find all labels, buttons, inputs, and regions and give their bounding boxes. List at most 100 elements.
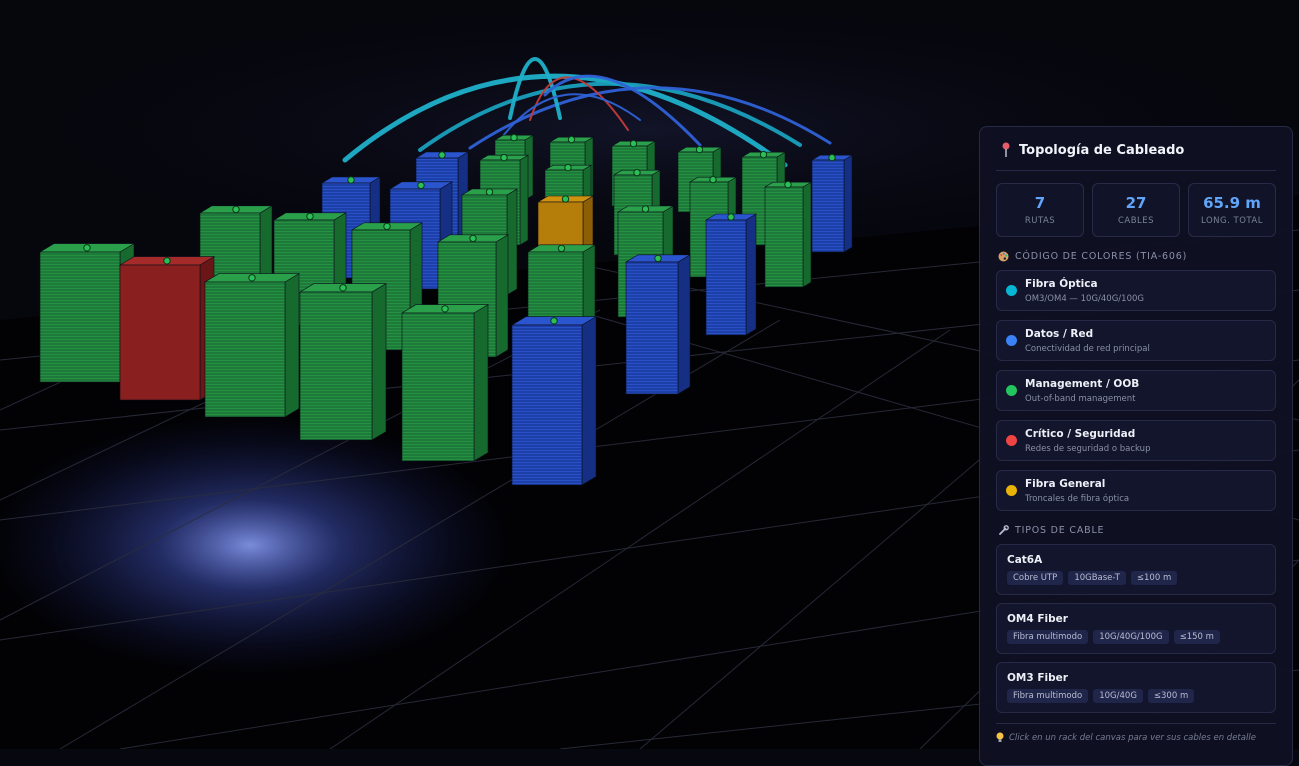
panel-title: Topología de Cableado	[1019, 142, 1185, 158]
cable-tag: Cobre UTP	[1007, 571, 1064, 585]
palette-icon	[998, 251, 1009, 262]
legend-name: Fibra Óptica	[1025, 277, 1098, 290]
legend-item-datos-red: Datos / Red Conectividad de red principa…	[996, 320, 1276, 361]
legend-desc: Redes de seguridad o backup	[1025, 443, 1151, 454]
color-dot	[1006, 335, 1017, 346]
legend-desc: OM3/OM4 — 10G/40G/100G	[1025, 293, 1144, 304]
server-rack	[704, 213, 758, 336]
pushpin-icon	[1001, 142, 1011, 158]
rack-side	[802, 181, 812, 288]
rack-side	[843, 154, 853, 253]
stat-cables: 27 CABLES	[1092, 183, 1180, 237]
rack-status-led	[727, 213, 735, 221]
rack-status-led	[564, 163, 572, 172]
stat-total-length: 65.9 m LONG. TOTAL	[1188, 183, 1276, 237]
rack-status-led	[500, 153, 508, 162]
rack-status-led	[629, 139, 638, 148]
cable-tags: Fibra multimodo 10G/40G ≤300 m	[1007, 689, 1265, 703]
rack-status-led	[248, 274, 256, 282]
wrench-icon	[998, 525, 1009, 536]
stat-label: CABLES	[1117, 216, 1155, 226]
legend-item-management-oob: Management / OOB Out-of-band management	[996, 370, 1276, 411]
rack-status-led	[654, 254, 662, 263]
rack-front	[625, 261, 679, 395]
rack-front	[401, 312, 475, 462]
server-rack	[624, 254, 692, 395]
cable-type-om3: OM3 Fiber Fibra multimodo 10G/40G ≤300 m	[996, 662, 1276, 713]
cable-tag: 10GBase-T	[1068, 571, 1126, 585]
rack-side	[371, 283, 387, 441]
rack-front	[119, 264, 201, 401]
server-rack	[510, 316, 598, 486]
cable-name: Cat6A	[1007, 554, 1043, 566]
rack-side	[284, 273, 300, 418]
rack-status-led	[306, 212, 314, 221]
rack-status-led	[383, 222, 391, 231]
rack-status-led	[441, 305, 449, 313]
rack-status-led	[83, 244, 91, 252]
stats-row: 7 RUTAS 27 CABLES 65.9 m LONG. TOTAL	[996, 183, 1276, 237]
color-dot	[1006, 285, 1017, 296]
panel-header: Topología de Cableado	[996, 130, 1276, 171]
rack-status-led	[163, 257, 171, 265]
stat-label: RUTAS	[1024, 216, 1056, 226]
cable-tag: ≤150 m	[1173, 630, 1220, 644]
rack-status-led	[641, 205, 650, 213]
rack-side	[519, 154, 529, 246]
legend-name: Crítico / Seguridad	[1025, 427, 1136, 440]
rack-front	[204, 281, 286, 418]
legend-desc: Out-of-band management	[1025, 393, 1136, 404]
cable-tag: 10G/40G	[1093, 689, 1143, 703]
legend-name: Fibra General	[1025, 477, 1106, 490]
legend-desc: Troncales de fibra óptica	[1025, 493, 1130, 504]
rack-status-led	[557, 244, 566, 253]
server-rack	[400, 304, 490, 462]
rack-status-led	[567, 135, 576, 144]
rack-front	[811, 159, 845, 253]
cabling-topology-panel: Topología de Cableado 7 RUTAS 27 CABLES …	[979, 126, 1293, 766]
rack-status-led	[510, 133, 518, 142]
cable-tag: 10G/40G/100G	[1093, 630, 1169, 644]
legend-item-fibra-general: Fibra General Troncales de fibra óptica	[996, 470, 1276, 511]
rack-status-led	[232, 205, 240, 214]
server-rack	[763, 180, 813, 288]
rack-side	[677, 254, 691, 395]
stat-value: 27	[1125, 194, 1147, 212]
rack-front	[299, 291, 373, 441]
section-title-text: CÓDIGO DE COLORES (TIA-606)	[1015, 251, 1188, 262]
hint-footer: Click en un rack del canvas para ver sus…	[996, 723, 1276, 743]
rack-status-led	[485, 188, 494, 196]
legend-name: Management / OOB	[1025, 377, 1140, 390]
rack-side	[581, 316, 597, 486]
color-dot	[1006, 385, 1017, 396]
stat-routes: 7 RUTAS	[996, 183, 1084, 237]
cable-type-cat6a: Cat6A Cobre UTP 10GBase-T ≤100 m	[996, 544, 1276, 595]
cable-name: OM4 Fiber	[1007, 613, 1068, 625]
rack-status-led	[695, 145, 704, 154]
rack-status-led	[561, 195, 570, 203]
lightbulb-icon	[996, 732, 1004, 743]
cable-tag: ≤100 m	[1130, 571, 1178, 585]
rack-side	[473, 304, 489, 462]
rack-front	[764, 186, 804, 288]
server-rack	[203, 273, 301, 418]
rack-status-led	[709, 175, 717, 184]
rack-front	[39, 251, 121, 383]
server-rack	[118, 256, 216, 401]
rack-status-led	[469, 234, 477, 243]
server-rack	[810, 153, 854, 253]
legend-item-fibra-optica: Fibra Óptica OM3/OM4 — 10G/40G/100G	[996, 270, 1276, 311]
rack-front	[511, 324, 583, 486]
color-dot	[1006, 435, 1017, 446]
rack-front	[705, 219, 747, 336]
legend-name: Datos / Red	[1025, 327, 1094, 340]
section-title-text: TIPOS DE CABLE	[1015, 525, 1105, 536]
rack-status-led	[828, 153, 836, 162]
rack-status-led	[347, 176, 355, 184]
cable-types-section-title: TIPOS DE CABLE	[998, 525, 1276, 536]
rack-status-led	[438, 151, 446, 159]
cable-tags: Cobre UTP 10GBase-T ≤100 m	[1007, 571, 1265, 585]
rack-status-led	[339, 284, 347, 292]
cable-tag: Fibra multimodo	[1007, 689, 1089, 703]
color-dot	[1006, 485, 1017, 496]
